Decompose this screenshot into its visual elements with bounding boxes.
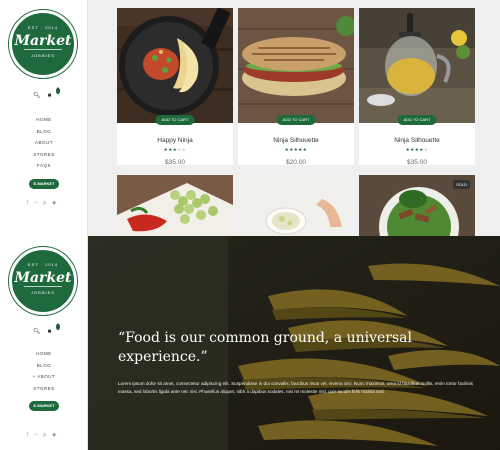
pinterest-icon[interactable]: p [43, 432, 46, 438]
facebook-icon[interactable]: f [27, 200, 28, 206]
logo-rule [24, 49, 62, 50]
menu-item-blog[interactable]: BLOG [0, 360, 88, 372]
header-icons: 🔍︎ ■0 [33, 87, 60, 99]
cart-icon[interactable]: ■0 [48, 323, 60, 335]
add-to-cart-button[interactable]: ADD TO CART [397, 115, 437, 125]
logo-est-left: EST [27, 262, 39, 267]
main-menu: HOME BLOG ABOUT STORES FAQS E-MARKET [0, 114, 88, 190]
social-links: f □ p ◆ [27, 432, 56, 438]
e-market-button[interactable]: E-MARKET [29, 178, 59, 189]
product-rating: ★★★★★ [163, 147, 187, 152]
product-image-sandwich[interactable] [238, 8, 354, 123]
add-to-cart-button[interactable]: ADD TO CART [155, 115, 195, 125]
hero-screenshot: EST · 2014 Market JOBBIES 🔍︎ ■0 HOME BLO… [0, 236, 500, 450]
logo-est: EST · 2014 [27, 262, 59, 267]
brand-logo[interactable]: EST · 2014 Market JOBBIES [9, 10, 77, 78]
product-name[interactable]: Ninja Silhouette [359, 137, 475, 144]
hero-banner: “Food is our common ground, a universal … [88, 236, 500, 450]
sidebar: EST · 2014 Market JOBBIES 🔍︎ ■0 HOME BLO… [0, 0, 88, 236]
header-icons: 🔍︎ ■0 [33, 323, 60, 335]
menu-item-about[interactable]: ABOUT [0, 137, 88, 149]
menu-item-faqs[interactable]: FAQS [0, 160, 88, 172]
add-to-cart-button[interactable]: ADD TO CART [276, 115, 316, 125]
logo-tagline: JOBBIES [31, 53, 55, 58]
logo-wordmark: Market [14, 270, 72, 286]
product-rating: ★★★★★ [405, 147, 429, 152]
product-image-soup[interactable]: SOLD [359, 175, 475, 236]
cart-count-badge: 0 [56, 87, 60, 94]
menu-item-stores[interactable]: STORES [0, 383, 88, 395]
facebook-icon[interactable]: f [27, 432, 28, 438]
logo-est: EST · 2014 [27, 25, 59, 30]
logo-tagline: JOBBIES [31, 290, 55, 295]
cart-count-badge: 0 [56, 323, 60, 330]
logo-rule [24, 286, 62, 287]
product-price: $35.00 [165, 159, 185, 166]
menu-item-blog[interactable]: BLOG [0, 126, 88, 138]
logo-wordmark: Market [14, 33, 72, 49]
menu-item-stores[interactable]: STORES [0, 149, 88, 161]
brand-logo[interactable]: EST · 2014 Market JOBBIES [9, 247, 77, 315]
twitter-icon[interactable]: ◆ [52, 200, 56, 206]
hero-body-text: Lorem ipsum dolor sit amet, consectetur … [118, 381, 473, 394]
search-icon[interactable]: 🔍︎ [33, 92, 41, 99]
menu-item-home[interactable]: HOME [0, 114, 88, 126]
sidebar: EST · 2014 Market JOBBIES 🔍︎ ■0 HOME BLO… [0, 236, 88, 450]
twitter-icon[interactable]: ◆ [52, 432, 56, 438]
product-image-grapes[interactable] [117, 175, 233, 236]
e-market-button[interactable]: E-MARKET [29, 401, 59, 412]
search-icon[interactable]: 🔍︎ [33, 328, 41, 335]
product-name[interactable]: Ninja Silhouette [238, 137, 354, 144]
social-links: f □ p ◆ [27, 200, 56, 206]
product-rating: ★★★★★ [284, 147, 308, 152]
instagram-icon[interactable]: □ [34, 200, 37, 206]
logo-est-left: EST [27, 25, 39, 30]
menu-item-about[interactable]: + ABOUT [0, 371, 88, 383]
sold-badge: SOLD [453, 180, 470, 189]
logo-est-right: 2014 [45, 262, 59, 267]
product-price: $20.00 [286, 159, 306, 166]
logo-est-right: 2014 [45, 25, 59, 30]
hero-quote: “Food is our common ground, a universal … [118, 330, 412, 365]
instagram-icon[interactable]: □ [34, 432, 37, 438]
product-image-pan[interactable] [117, 8, 233, 123]
product-image-teapot[interactable] [359, 8, 475, 123]
product-image-bowl[interactable] [238, 175, 354, 236]
product-card[interactable]: ADD TO CART Ninja Silhouette ★★★★★ $20.0… [238, 8, 354, 166]
product-card[interactable]: ADD TO CART Happy Ninja ★★★★★ $35.00 [117, 8, 233, 166]
product-price: $35.00 [407, 159, 427, 166]
main-menu: HOME BLOG + ABOUT STORES E-MARKET [0, 348, 88, 412]
product-name[interactable]: Happy Ninja [117, 137, 233, 144]
shop-screenshot: EST · 2014 Market JOBBIES 🔍︎ ■0 HOME BLO… [0, 0, 500, 236]
menu-item-home[interactable]: HOME [0, 348, 88, 360]
cart-icon[interactable]: ■0 [48, 87, 60, 99]
product-card[interactable]: ADD TO CART Ninja Silhouette ★★★★★ $35.0… [359, 8, 475, 166]
pinterest-icon[interactable]: p [43, 200, 46, 206]
